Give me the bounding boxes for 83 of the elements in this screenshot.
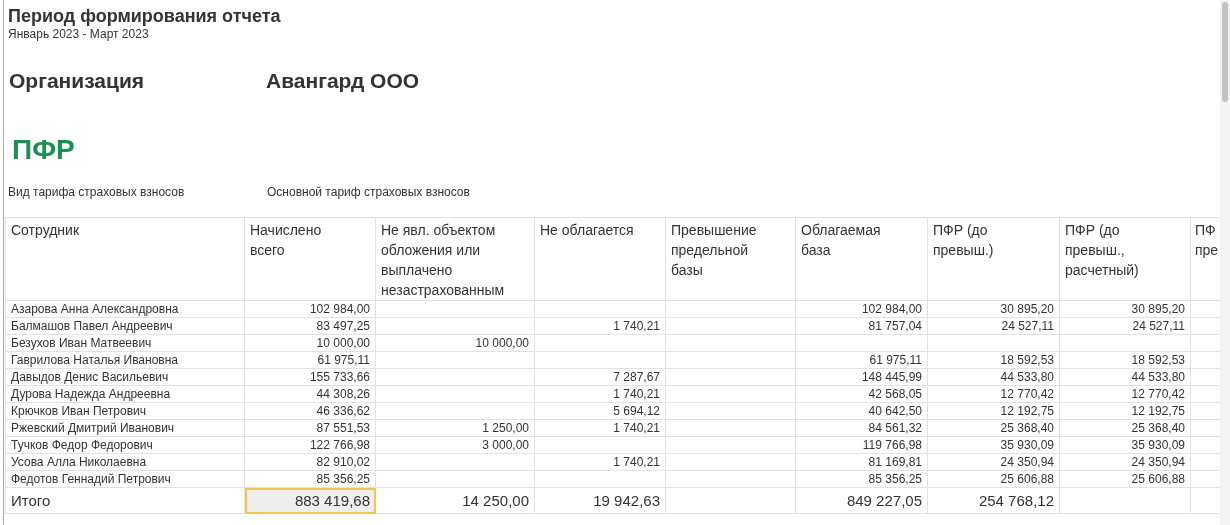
table-cell: 24 350,94	[1059, 453, 1191, 471]
employee-name: Балмашов Павел Андреевич	[5, 317, 245, 335]
table-cell: 44 533,80	[927, 368, 1060, 386]
table-cell: 85 356,25	[244, 470, 376, 488]
table-cell: 1 740,21	[534, 317, 666, 335]
employee-name: Гаврилова Наталья Ивановна	[5, 351, 245, 369]
organization-label: Организация	[8, 69, 146, 93]
organization-name: Авангард ООО	[266, 69, 420, 93]
table-cell: 30 895,20	[1059, 300, 1191, 318]
employee-name: Безухов Иван Матвеевич	[5, 334, 245, 352]
table-cell: 12 770,42	[927, 385, 1060, 403]
scrollbar[interactable]	[1220, 0, 1230, 525]
table-cell: 12 192,75	[1059, 402, 1191, 420]
total-cell: 849 227,05	[795, 487, 928, 514]
table-cell: 87 551,53	[244, 419, 376, 437]
table-cell: 35 930,09	[927, 436, 1060, 454]
table-cell: 5 694,12	[534, 402, 666, 420]
table-cell: 1 740,21	[534, 453, 666, 471]
table-cell: 7 287,67	[534, 368, 666, 386]
tariff-label: Вид тарифа страховых взносов	[7, 185, 186, 201]
column-header: ПФР (до превыш.)	[927, 217, 1060, 301]
table-cell: 155 733,66	[244, 368, 376, 386]
table-cell: 84 561,32	[795, 419, 928, 437]
tariff-value: Основной тариф страховых взносов	[267, 185, 470, 201]
total-cell: 19 942,63	[534, 487, 666, 514]
table-cell: 61 975,11	[244, 351, 376, 369]
table-cell: 10 000,00	[375, 334, 535, 352]
table-cell: 25 368,40	[927, 419, 1060, 437]
table-cell: 24 527,11	[1059, 317, 1191, 335]
employee-name: Азарова Анна Александровна	[5, 300, 245, 318]
column-header: Превышение предельной базы	[665, 217, 796, 301]
table-cell: 10 000,00	[244, 334, 376, 352]
table-cell: 40 642,50	[795, 402, 928, 420]
employee-name: Федотов Геннадий Петрович	[5, 470, 245, 488]
column-header: Не облагается	[534, 217, 666, 301]
column-header: Облагаемая база	[795, 217, 928, 301]
table-cell: 102 984,00	[795, 300, 928, 318]
employee-name: Ржевский Дмитрий Иванович	[5, 419, 245, 437]
table-cell: 102 984,00	[244, 300, 376, 318]
table-cell: 24 350,94	[927, 453, 1060, 471]
table-cell: 61 975,11	[795, 351, 928, 369]
employee-name: Давыдов Денис Васильевич	[5, 368, 245, 386]
employee-name: Крючков Иван Петрович	[5, 402, 245, 420]
column-header: Начислено всего	[244, 217, 376, 301]
table-cell: 25 606,88	[1059, 470, 1191, 488]
table-cell: 24 527,11	[927, 317, 1060, 335]
column-header: ПФР (до превыш., расчетный)	[1059, 217, 1191, 301]
total-cell: 14 250,00	[375, 487, 535, 514]
table-cell: 85 356,25	[795, 470, 928, 488]
table-cell: 1 250,00	[375, 419, 535, 437]
table-cell: 81 757,04	[795, 317, 928, 335]
table-cell: 18 592,53	[1059, 351, 1191, 369]
table-cell: 12 192,75	[927, 402, 1060, 420]
total-cell: 254 768,12	[927, 487, 1060, 514]
table-cell: 12 770,42	[1059, 385, 1191, 403]
table-cell: 25 606,88	[927, 470, 1060, 488]
table-cell: 42 568,05	[795, 385, 928, 403]
section-title: ПФР	[11, 133, 76, 167]
total-label: Итого	[5, 487, 245, 514]
table-cell: 148 445,99	[795, 368, 928, 386]
report-period-title: Период формирования отчета	[7, 5, 282, 27]
table-cell: 82 910,02	[244, 453, 376, 471]
employee-name: Усова Алла Николаевна	[5, 453, 245, 471]
table-cell: 119 766,98	[795, 436, 928, 454]
table-cell: 18 592,53	[927, 351, 1060, 369]
table-cell: 3 000,00	[375, 436, 535, 454]
employee-name: Тучков Федор Федорович	[5, 436, 245, 454]
total-cell: 883 419,68	[244, 487, 376, 514]
column-header: Не явл. объектом обложения или выплачено незастрахованным	[375, 217, 535, 301]
table-cell: 44 308,26	[244, 385, 376, 403]
table-cell: 46 336,62	[244, 402, 376, 420]
table-cell: 30 895,20	[927, 300, 1060, 318]
table-cell: 35 930,09	[1059, 436, 1191, 454]
column-header: Сотрудник	[5, 217, 245, 301]
table-cell: 1 740,21	[534, 419, 666, 437]
table-cell: 83 497,25	[244, 317, 376, 335]
table-cell: 25 368,40	[1059, 419, 1191, 437]
table-cell: 81 169,81	[795, 453, 928, 471]
employee-name: Дурова Надежда Андреевна	[5, 385, 245, 403]
table-cell: 44 533,80	[1059, 368, 1191, 386]
report-period-value: Январь 2023 - Март 2023	[7, 27, 150, 41]
table-cell: 122 766,98	[244, 436, 376, 454]
table-cell: 1 740,21	[534, 385, 666, 403]
